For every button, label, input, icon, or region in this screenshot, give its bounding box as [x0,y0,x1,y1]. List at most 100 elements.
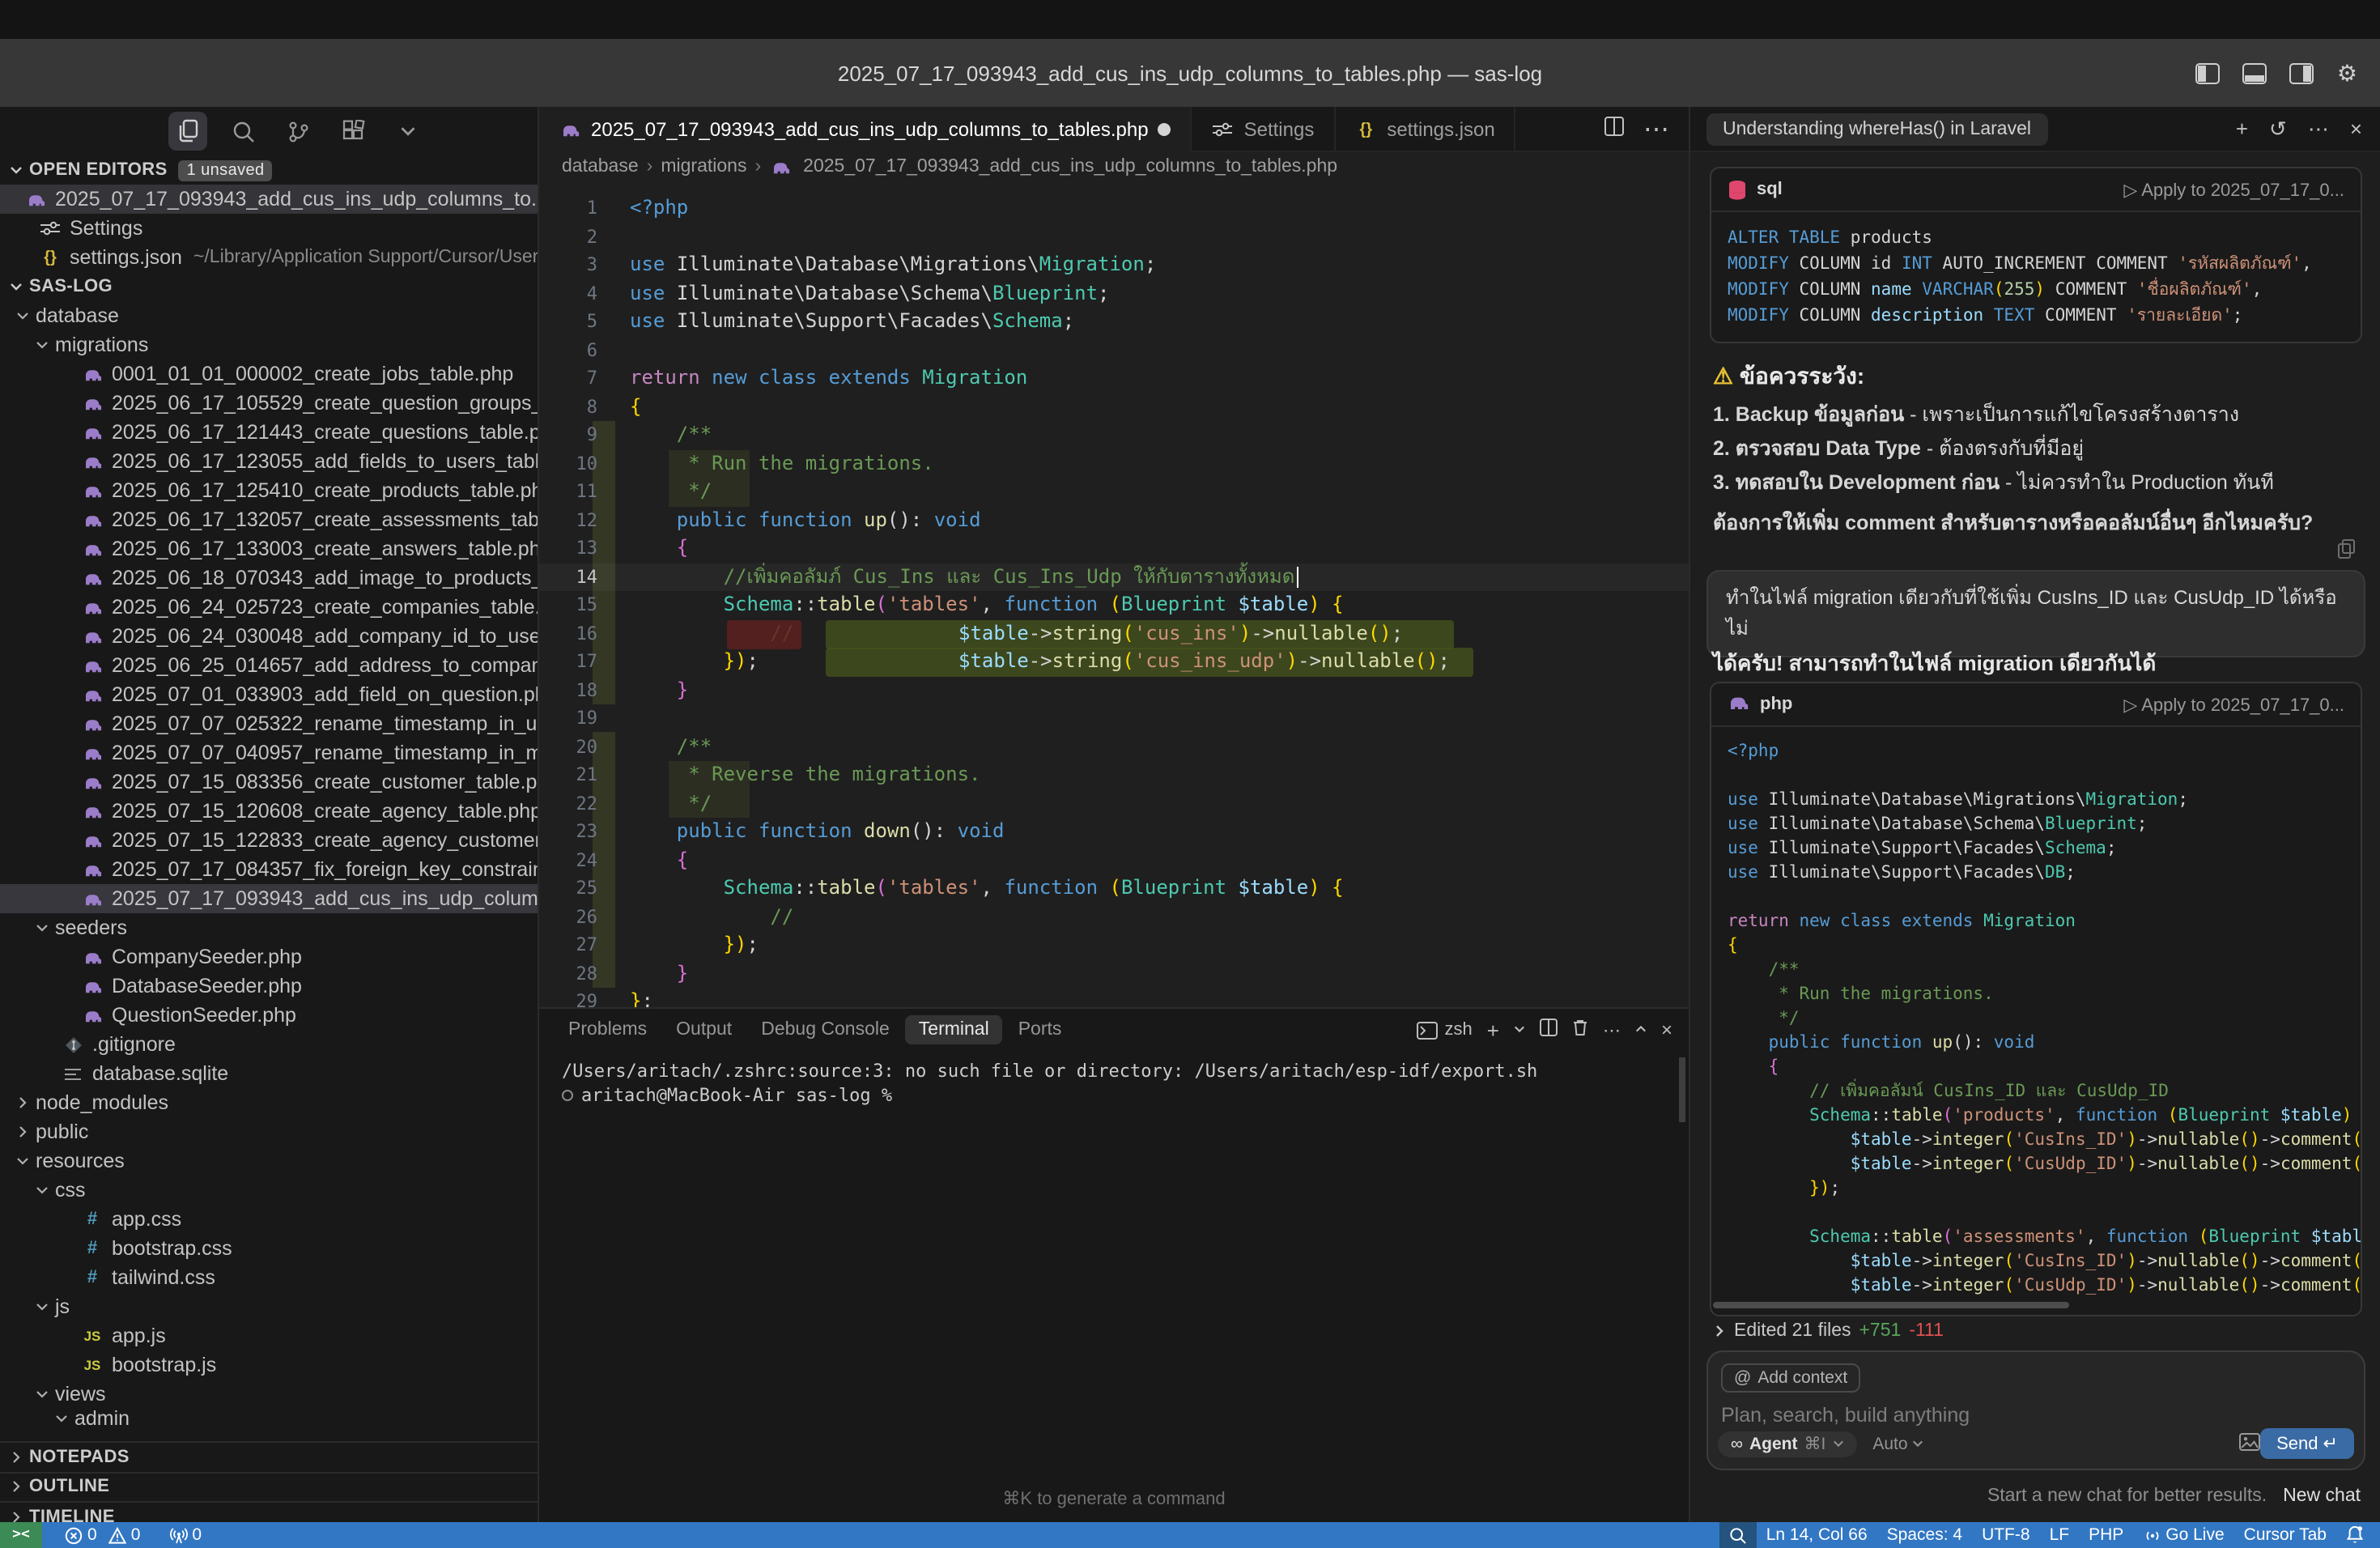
bell-icon[interactable] [2336,1522,2380,1548]
source-control-icon[interactable] [278,112,317,151]
panel-tab-output[interactable]: Output [663,1015,745,1044]
model-selector[interactable]: Auto [1872,1434,1923,1453]
tree-item[interactable]: 2025_07_07_040957_rename_timestamp_in_mu… [0,738,538,768]
chevron-up-icon[interactable] [1635,1020,1647,1040]
more-actions-icon[interactable]: ⋯ [1643,113,1669,145]
editor-tab[interactable]: 2025_07_17_093943_add_cus_ins_udp_column… [539,107,1192,152]
toggle-right-panel-icon[interactable] [2290,62,2314,83]
tree-item[interactable]: 0001_01_01_000002_create_jobs_table.php [0,359,538,389]
tree-item[interactable]: 2025_07_17_084357_fix_foreign_key_constr… [0,855,538,884]
tree-item[interactable]: 2025_06_17_125410_create_products_table.… [0,476,538,505]
tree-item[interactable]: 2025_07_07_025322_rename_timestamp_in_us… [0,709,538,738]
copy-files-icon[interactable] [168,112,207,151]
tree-item[interactable]: node_modules [0,1088,538,1117]
tree-item[interactable]: 2025_06_24_030048_add_company_id_to_user… [0,622,538,651]
chat-messages[interactable]: sql ▷ Apply to 2025_07_17_0... ALTER TAB… [1690,152,2380,1318]
tree-item[interactable]: resources [0,1146,538,1176]
panel-tab-terminal[interactable]: Terminal [906,1015,1002,1044]
toggle-left-panel-icon[interactable] [2196,62,2221,83]
trash-icon[interactable] [1572,1019,1588,1041]
tree-item[interactable]: QuestionSeeder.php [0,1001,538,1030]
horizontal-scrollbar[interactable] [1713,1302,2069,1308]
tree-item[interactable]: seeders [0,913,538,942]
tree-item[interactable]: 2025_07_15_083356_create_customer_table.… [0,768,538,797]
ports-indicator[interactable]: 0 [159,1522,211,1548]
terminal-output[interactable]: /Users/aritach/.zshrc:source:3: no such … [539,1051,1689,1108]
tree-item[interactable]: #bootstrap.css [0,1234,538,1263]
panel-tab-debug-console[interactable]: Debug Console [748,1015,903,1044]
sidebar-section-timeline[interactable]: TIMELINE [0,1501,539,1522]
tree-item[interactable]: migrations [0,330,538,359]
breadcrumb-item[interactable]: 2025_07_17_093943_add_cus_ins_udp_column… [803,157,1337,176]
tree-item[interactable]: 2025_07_01_033903_add_field_on_question.… [0,680,538,709]
tree-item[interactable]: 2025_07_15_122833_create_agency_customer… [0,826,538,855]
tree-item[interactable]: #app.css [0,1205,538,1234]
tree-item[interactable]: 2025_06_18_070343_add_image_to_products_… [0,563,538,593]
editor-tab[interactable]: Settings [1192,107,1336,152]
extensions-icon[interactable] [334,112,372,151]
history-icon[interactable]: ↺ [2269,116,2287,142]
copy-icon[interactable] [2338,538,2356,567]
tree-item[interactable]: JSbootstrap.js [0,1350,538,1380]
chat-tab[interactable]: Understanding whereHas() in Laravel [1706,113,2047,145]
tree-item[interactable]: 2025_07_17_093943_add_cus_ins_udp_column… [0,884,538,913]
split-terminal-icon[interactable] [1540,1019,1558,1041]
search-icon[interactable] [1719,1522,1757,1548]
tree-item[interactable]: #tailwind.css [0,1263,538,1292]
tree-item[interactable]: 2025_07_15_120608_create_agency_table.ph… [0,797,538,826]
go-live-button[interactable]: Go Live [2133,1522,2233,1548]
agent-mode-selector[interactable]: ∞ Agent ⌘I [1718,1431,1856,1457]
apply-button[interactable]: ▷ Apply to 2025_07_17_0... [2123,694,2344,715]
tree-item[interactable]: views [0,1380,538,1409]
toggle-bottom-panel-icon[interactable] [2243,62,2267,83]
cursor-tab-toggle[interactable]: Cursor Tab [2234,1522,2336,1548]
new-terminal-icon[interactable]: + [1487,1018,1499,1042]
image-attach-icon[interactable] [2239,1429,2260,1458]
editor-tab[interactable]: {}settings.json [1335,107,1515,152]
tree-item[interactable]: 2025_06_17_133003_create_answers_table.p… [0,534,538,563]
encoding[interactable]: UTF-8 [1972,1522,2040,1548]
new-chat-button[interactable]: New chat [2283,1486,2361,1506]
chat-input-box[interactable]: @ Add context ∞ Agent ⌘I Auto Send ↵ [1706,1350,2365,1470]
open-editors-header[interactable]: OPEN EDITORS 1 unsaved [0,155,538,185]
chevron-down-icon[interactable] [389,112,427,151]
close-icon[interactable]: × [2350,117,2362,141]
panel-tab-problems[interactable]: Problems [555,1015,660,1044]
sidebar-section-outline[interactable]: OUTLINE [0,1471,539,1500]
terminal-shell-icon[interactable]: zsh [1417,1020,1473,1040]
more-icon[interactable]: ⋯ [1603,1019,1621,1040]
indentation[interactable]: Spaces: 4 [1877,1522,1972,1548]
remote-indicator[interactable]: >< [0,1522,42,1548]
sidebar-section-notepads[interactable]: NOTEPADS [0,1441,539,1470]
tree-item[interactable]: 2025_06_17_121443_create_questions_table… [0,418,538,447]
breadcrumb[interactable]: database›migrations›2025_07_17_093943_ad… [539,152,1689,181]
add-context-button[interactable]: @ Add context [1721,1363,1860,1393]
gear-icon[interactable]: ⚙ [2337,62,2357,84]
tree-item[interactable]: 2025_06_25_014657_add_address_to_compani… [0,651,538,680]
tree-item[interactable]: 2025_06_17_132057_create_assessments_tab… [0,505,538,534]
plus-icon[interactable]: + [2236,117,2248,141]
close-icon[interactable]: × [1661,1019,1672,1041]
search-icon[interactable] [223,112,262,151]
open-editor-item[interactable]: Settings [0,214,538,243]
eol-sequence[interactable]: LF [2040,1522,2080,1548]
tree-item[interactable]: admin [0,1409,538,1428]
apply-button[interactable]: ▷ Apply to 2025_07_17_0... [2123,179,2344,200]
code-editor[interactable]: 1<?php23use Illuminate\Database\Migratio… [539,181,1689,1007]
send-button[interactable]: Send ↵ [2260,1428,2354,1459]
tree-item[interactable]: 2025_06_24_025723_create_companies_table… [0,593,538,622]
panel-tab-ports[interactable]: Ports [1005,1015,1075,1044]
tree-item[interactable]: js [0,1292,538,1321]
cursor-position[interactable]: Ln 14, Col 66 [1757,1522,1877,1548]
tree-item[interactable]: 2025_06_17_123055_add_fields_to_users_ta… [0,447,538,476]
more-icon[interactable]: ⋯ [2308,116,2329,142]
problems-indicator[interactable]: 0 0 [55,1522,150,1548]
split-editor-icon[interactable] [1604,114,1624,143]
edited-files-summary[interactable]: Edited 21 files +751 -111 [1713,1321,1944,1341]
tree-item[interactable]: database.sqlite [0,1059,538,1088]
language-mode[interactable]: PHP [2079,1522,2133,1548]
breadcrumb-item[interactable]: database [562,157,639,176]
tree-item[interactable]: JSapp.js [0,1321,538,1350]
tree-item[interactable]: .gitignore [0,1030,538,1059]
project-section-header[interactable]: SAS-LOG [0,272,538,301]
